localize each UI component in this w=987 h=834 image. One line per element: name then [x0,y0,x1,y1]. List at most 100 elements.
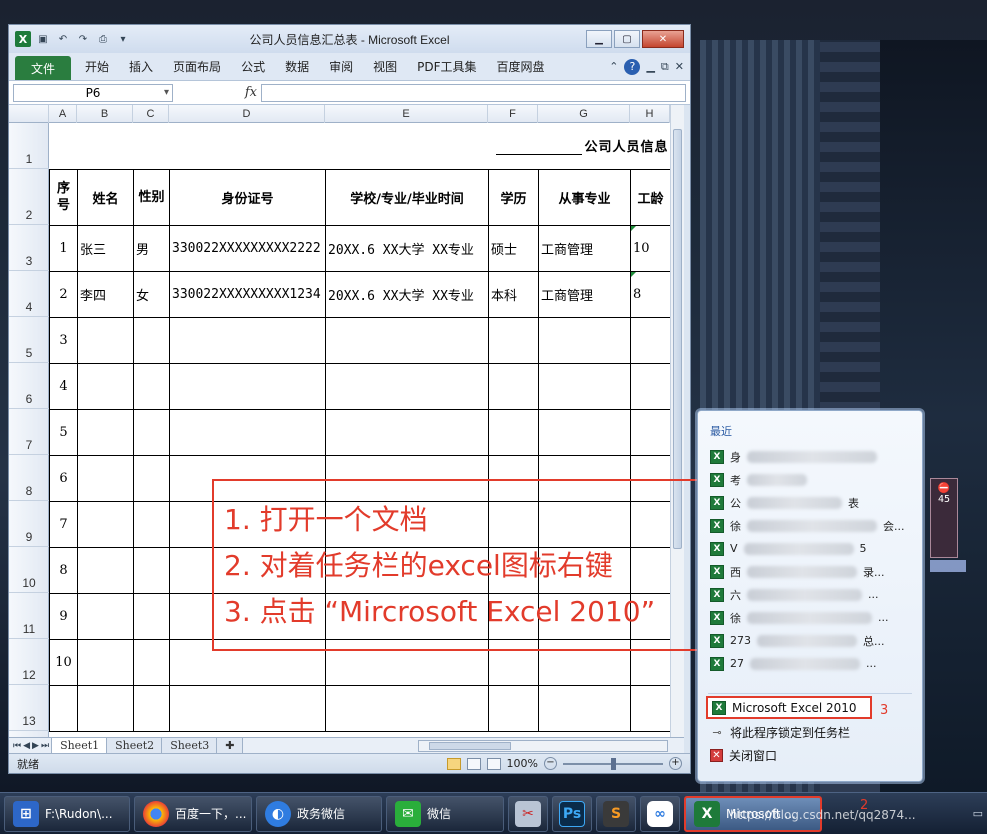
cell[interactable]: 1 [49,224,78,272]
column-header[interactable]: G [538,105,630,123]
sheet-tab-sheet2[interactable]: Sheet2 [106,737,164,754]
taskbar-item-sublime[interactable]: S [596,795,636,832]
customize-icon[interactable]: ▾ [115,31,131,47]
column-header[interactable]: C [133,105,169,123]
zoom-level[interactable]: 100% [507,757,538,770]
minimize-workbook-icon[interactable]: ▁ [646,60,654,73]
cell[interactable]: 男 [133,224,170,272]
zoom-in-icon[interactable]: + [669,757,682,770]
tab-view[interactable]: 视图 [363,53,407,80]
cell[interactable]: 女 [133,270,170,318]
recent-file-item[interactable]: X 徐会... [698,514,922,537]
row-header[interactable]: 7 [9,409,49,455]
cell[interactable]: 硕士 [488,224,539,272]
cell[interactable]: 张三 [77,224,134,272]
cell[interactable] [538,362,631,410]
tab-formulas[interactable]: 公式 [231,53,275,80]
cell[interactable] [133,454,170,502]
cell[interactable] [488,362,539,410]
cell[interactable] [133,316,170,364]
taskbar-item-explorer[interactable]: ⊞ F:\Rudon\... [4,795,130,832]
taskbar-item-wechat[interactable]: ✉ 微信 [386,795,504,832]
taskbar-item-photoshop[interactable]: Ps [552,795,592,832]
help-icon[interactable]: ? [624,58,641,75]
last-sheet-icon[interactable]: ⏭ [41,741,49,751]
cell[interactable] [133,500,170,548]
header-cell[interactable]: 身份证号 [169,168,326,226]
row-header[interactable]: 12 [9,639,49,685]
cell[interactable] [133,638,170,686]
cell[interactable]: 8 [630,270,671,318]
column-header[interactable]: B [77,105,133,123]
cell[interactable] [169,408,326,456]
close-window-item[interactable]: ✕ 关闭窗口 [698,744,922,767]
cell[interactable]: 10 [49,638,78,686]
zoom-slider[interactable] [563,757,663,770]
cell[interactable] [169,684,326,732]
cell[interactable]: 5 [49,408,78,456]
cell[interactable] [488,316,539,364]
header-cell[interactable]: 从事专业 [538,168,631,226]
recent-file-item[interactable]: X 徐... [698,606,922,629]
recent-file-item[interactable]: X 六... [698,583,922,606]
open-excel-2010-item[interactable]: X Microsoft Excel 2010 [706,696,872,719]
sheet-tab-sheet1[interactable]: Sheet1 [51,737,109,754]
cell[interactable]: 工商管理 [538,224,631,272]
notification-icon[interactable]: ▭ [973,807,983,820]
cell[interactable] [77,638,134,686]
cell[interactable] [133,684,170,732]
recent-file-item[interactable]: X 273 总... [698,629,922,652]
close-button[interactable]: ✕ [642,30,684,48]
cell[interactable]: 3 [49,316,78,364]
cell[interactable]: 330022XXXXXXXXX1234 [169,270,326,318]
header-cell[interactable]: 学历 [488,168,539,226]
cell[interactable]: 8 [49,546,78,594]
sheet-tab-sheet3[interactable]: Sheet3 [161,737,219,754]
cell[interactable] [630,684,671,732]
row-header[interactable]: 13 [9,685,49,731]
prev-sheet-icon[interactable]: ◀ [23,741,30,751]
row-header[interactable]: 5 [9,317,49,363]
excel-icon[interactable]: X [15,31,31,47]
cell[interactable] [325,408,489,456]
column-header[interactable]: H [630,105,670,123]
cell[interactable]: 4 [49,362,78,410]
cell[interactable] [325,684,489,732]
recent-file-item[interactable]: X 27... [698,652,922,675]
cell[interactable]: 10 [630,224,671,272]
cell[interactable]: 330022XXXXXXXXX2222 [169,224,326,272]
header-cell[interactable]: 学校/专业/毕业时间 [325,168,489,226]
formula-input[interactable] [261,83,686,102]
cell[interactable] [77,684,134,732]
redo-icon[interactable]: ↷ [75,31,91,47]
column-header[interactable]: F [488,105,538,123]
normal-view-button[interactable] [446,757,461,770]
save-icon[interactable]: ▣ [35,31,51,47]
row-header[interactable]: 4 [9,271,49,317]
cell[interactable] [49,684,78,732]
recent-file-item[interactable]: XV5 [698,537,922,560]
row-header[interactable]: 8 [9,455,49,501]
cell[interactable]: 2 [49,270,78,318]
print-preview-icon[interactable]: ⎙ [95,31,111,47]
tab-pdf-tools[interactable]: PDF工具集 [407,53,486,80]
cell[interactable]: 7 [49,500,78,548]
row-header[interactable]: 11 [9,593,49,639]
first-sheet-icon[interactable]: ⏮ [13,741,21,751]
close-workbook-icon[interactable]: ✕ [675,60,684,73]
restore-workbook-icon[interactable]: ⧉ [661,60,669,74]
cell[interactable] [325,316,489,364]
cell[interactable]: 9 [49,592,78,640]
cell[interactable] [630,316,671,364]
cell[interactable] [630,408,671,456]
cell[interactable] [133,362,170,410]
zoom-out-icon[interactable]: − [544,757,557,770]
undo-icon[interactable]: ↶ [55,31,71,47]
column-header[interactable]: D [169,105,325,123]
row-header[interactable]: 3 [9,225,49,271]
tab-baidu-netdisk[interactable]: 百度网盘 [487,53,555,80]
minimize-button[interactable]: ▁ [586,30,612,48]
cell[interactable]: 本科 [488,270,539,318]
recent-file-item[interactable]: X身 [698,445,922,468]
recent-file-item[interactable]: X 西录... [698,560,922,583]
